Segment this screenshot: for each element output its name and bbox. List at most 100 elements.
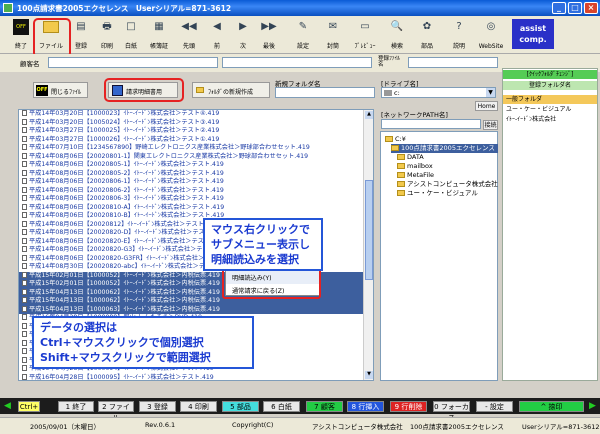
toolbar-button-envelope[interactable]: ✉ 封筒 bbox=[320, 18, 346, 52]
list-item[interactable]: 平成14年08月06日【20020810-A】ｲﾄｰ-ｲｰﾄﾞﾝ株式会社＞テスト… bbox=[19, 203, 373, 213]
close-file-button[interactable]: OFF 閉じるﾌｧｲﾙ bbox=[33, 82, 88, 98]
toolbar-button-ledger[interactable]: ▦ 帳簿証 bbox=[146, 18, 172, 52]
toolbar-label: 最後 bbox=[262, 43, 275, 50]
fkey-f11-settings-button[interactable]: - 設定 bbox=[476, 401, 513, 412]
fkey-ctrl-button[interactable]: Ctrl+ bbox=[18, 401, 40, 412]
list-item-text: 平成15年04月13日【1000063】ｲﾄｰ-ｲｰﾄﾞﾝ株式会社＞内税伝票.4… bbox=[29, 305, 220, 313]
quick-folder-item[interactable]: ユー・ケー・ビジュアル bbox=[503, 105, 597, 114]
new-folder-button[interactable]: ﾌｫﾙﾀﾞの新規作成 bbox=[192, 82, 270, 98]
list-item[interactable]: 平成14年07月10日【1234567890】野崎エレクトロニクス産業株式会社＞… bbox=[19, 144, 373, 153]
assist-logo-button[interactable]: assist comp. bbox=[512, 19, 554, 49]
scroll-up-arrow[interactable]: ▲ bbox=[365, 111, 373, 119]
toolbar-button-help[interactable]: ? 説明 bbox=[446, 18, 472, 52]
connect-button[interactable]: 接続 bbox=[483, 120, 498, 130]
fkey-f3-register-button[interactable]: 3 登録 bbox=[139, 401, 176, 412]
document-icon bbox=[22, 127, 27, 133]
drive-icon bbox=[384, 90, 392, 96]
fkey-f4-print-button[interactable]: 4 印刷 bbox=[180, 401, 217, 412]
toolbar-button-search[interactable]: 🔍 検索 bbox=[384, 18, 410, 52]
general-folder-item[interactable]: 一般フォルダ bbox=[503, 95, 597, 104]
fkey-f8-insert-row-button[interactable]: 8 行挿入 bbox=[347, 401, 384, 412]
list-item[interactable]: 平成14年08月06日【20020806-3】ｲﾄｰ-ｲｰﾄﾞﾝ株式会社＞テスト… bbox=[19, 195, 373, 204]
list-item[interactable]: 平成14年03月27日【1000025】ｲﾄｰ-ｲｰﾄﾞﾝ株式会社＞テスト②.4… bbox=[19, 127, 373, 136]
document-icon bbox=[22, 263, 27, 269]
drive-select[interactable]: c: ▼ bbox=[381, 87, 496, 98]
toolbar-button-first[interactable]: ◀◀ 先頭 bbox=[176, 18, 202, 52]
list-item[interactable]: 平成15年04月13日【1000063】ｲﾄｰ-ｲｰﾄﾞﾝ株式会社＞内税伝票.4… bbox=[19, 305, 373, 314]
list-item-text: 平成14年03月20日【1000023】ｲﾄｰ-ｲｰﾄﾞﾝ株式会社＞テスト④.4… bbox=[29, 110, 220, 117]
list-item-text: 平成16年04月28日【1000095】ｲﾄｰ-ｲｰﾄﾞﾝ株式会社＞テスト.41… bbox=[29, 373, 214, 381]
fkey-f9-delete-row-button[interactable]: 9 行削除 bbox=[390, 401, 427, 412]
preview-icon: ▭ bbox=[360, 21, 370, 32]
customer-input[interactable] bbox=[48, 57, 218, 68]
folder-tree-item[interactable]: ユー・ケー・ビジュアル bbox=[397, 189, 478, 198]
list-item[interactable]: 平成14年08月06日【20020801-1】関東エレクトロニクス産業株式会社＞… bbox=[19, 152, 373, 162]
fkey-f7-customer-button[interactable]: 7 顧客 bbox=[306, 401, 343, 412]
scroll-thumb[interactable] bbox=[365, 180, 373, 280]
list-item-text: 平成14年08月06日【20020820-D】ｲﾄｰ-ｲｰﾄﾞﾝ株式会社＞テスト… bbox=[29, 229, 225, 236]
folder-icon bbox=[385, 136, 393, 142]
toolbar-button-preview[interactable]: ▭ ﾌﾟﾚﾋﾞｭｰ bbox=[352, 18, 378, 52]
folder-tree-item[interactable]: DATA bbox=[397, 153, 424, 162]
list-item[interactable]: 平成14年03月20日【1000023】ｲﾄｰ-ｲｰﾄﾞﾝ株式会社＞テスト④.4… bbox=[19, 110, 373, 119]
blank-icon: □ bbox=[126, 21, 136, 32]
document-icon bbox=[22, 195, 27, 201]
toolbar-button-exit[interactable]: OFF 終了 bbox=[8, 18, 34, 52]
folder-name: mailbox bbox=[407, 162, 433, 170]
quick-folder-change-button[interactable]: [ｸｲｯｸﾌｫﾙﾀﾞﾁｪﾝｼﾞ] bbox=[503, 70, 597, 79]
fkey-f1-exit-button[interactable]: 1 終了 bbox=[58, 401, 94, 412]
fkey-f6-blank-button[interactable]: 6 白紙 bbox=[263, 401, 300, 412]
list-item[interactable]: 平成14年08月06日【20020805-2】ｲﾄｰ-ｲｰﾄﾞﾝ株式会社＞テスト… bbox=[19, 169, 373, 179]
fkey-f10-focus-button[interactable]: 0 フォーカス bbox=[433, 401, 470, 422]
fkey-f12-stamp-button[interactable]: ^ 捺印 bbox=[519, 401, 584, 412]
home-button[interactable]: Home bbox=[475, 101, 498, 111]
list-item[interactable]: 平成14年03月20日【1005024】ｲﾄｰ-ｲｰﾄﾞﾝ株式会社＞テスト③.4… bbox=[19, 118, 373, 128]
registration-input[interactable] bbox=[408, 57, 498, 68]
list-item[interactable]: 平成14年08月06日【20020806-2】ｲﾄｰ-ｲｰﾄﾞﾝ株式会社＞テスト… bbox=[19, 186, 373, 196]
folder-icon bbox=[397, 154, 405, 160]
toolbar-button-settings[interactable]: ✎ 設定 bbox=[290, 18, 316, 52]
folder-tree-item[interactable]: C:¥ bbox=[385, 135, 406, 144]
fkey-f2-file-button[interactable]: 2 ファイル bbox=[98, 401, 134, 422]
maximize-button[interactable]: □ bbox=[568, 2, 582, 14]
folder-tree-item[interactable]: MetaFile bbox=[397, 171, 434, 180]
list-item-text: 平成14年03月20日【1005024】ｲﾄｰ-ｲｰﾄﾞﾝ株式会社＞テスト③.4… bbox=[29, 118, 220, 126]
minimize-button[interactable]: _ bbox=[552, 2, 566, 14]
close-button[interactable]: × bbox=[584, 2, 598, 14]
document-icon bbox=[22, 203, 27, 210]
list-item-text: 平成14年08月06日【20020801-1】関東エレクトロニクス産業株式会社＞… bbox=[29, 152, 309, 160]
document-icon bbox=[22, 229, 27, 235]
list-item-text: 平成14年08月30日【20020820-abc】ｲﾄｰ-ｲｰﾄﾞﾝ株式会社＞テ… bbox=[29, 263, 232, 270]
customer-input-2[interactable] bbox=[222, 57, 372, 68]
fkey-f5-parts-button[interactable]: 5 部品 bbox=[222, 401, 259, 412]
folder-tree-item[interactable]: アシストコンピュータ株式会社 bbox=[397, 180, 498, 189]
list-item-text: 平成14年07月10日【1234567890】野崎エレクトロニクス産業株式会社＞… bbox=[29, 144, 310, 151]
folder-icon bbox=[196, 87, 204, 93]
list-item[interactable]: 平成14年03月27日【1000026】ｲﾄｰ-ｲｰﾄﾞﾝ株式会社＞テスト①.4… bbox=[19, 135, 373, 145]
file-list-scrollbar[interactable]: ▲ ▼ bbox=[363, 110, 373, 380]
document-icon bbox=[22, 135, 27, 142]
folder-tree-item[interactable]: mailbox bbox=[397, 162, 433, 171]
list-item[interactable]: 平成16年04月28日【1000095】ｲﾄｰ-ｲｰﾄﾞﾝ株式会社＞テスト.41… bbox=[19, 373, 373, 381]
new-folder-name-input[interactable] bbox=[275, 87, 375, 98]
chevron-down-icon[interactable]: ▼ bbox=[486, 88, 495, 97]
quick-folder-item[interactable]: ｲﾄｰ-ｲｰﾄﾞﾝ株式会社 bbox=[503, 115, 597, 124]
document-icon bbox=[22, 356, 27, 363]
document-icon bbox=[22, 305, 27, 312]
toolbar-button-last[interactable]: ▶▶ 最後 bbox=[256, 18, 282, 52]
toolbar-button-parts[interactable]: ✿ 部品 bbox=[414, 18, 440, 52]
scroll-down-arrow[interactable]: ▼ bbox=[365, 371, 373, 379]
folder-tree-item[interactable]: 100点請求書2005エクセレンス bbox=[391, 144, 498, 153]
callout-line: 明細読込みを選択 bbox=[211, 253, 299, 266]
folder-icon bbox=[397, 172, 405, 178]
save-detail-highlight bbox=[104, 78, 184, 102]
toolbar-button-blank[interactable]: □ 白紙 bbox=[118, 18, 144, 52]
network-path-input[interactable] bbox=[381, 119, 481, 129]
callout-line: データの選択は bbox=[40, 321, 117, 334]
toolbar-label: 説明 bbox=[452, 43, 465, 50]
document-icon bbox=[22, 348, 27, 354]
list-item[interactable]: 平成14年08月06日【20020805-1】ｲﾄｰ-ｲｰﾄﾞﾝ株式会社＞テスト… bbox=[19, 161, 373, 170]
folder-icon bbox=[397, 190, 405, 196]
toolbar-button-website[interactable]: ◎ WebSite bbox=[478, 18, 504, 52]
list-item[interactable]: 平成14年08月06日【20020806-1】ｲﾄｰ-ｲｰﾄﾞﾝ株式会社＞テスト… bbox=[19, 178, 373, 187]
